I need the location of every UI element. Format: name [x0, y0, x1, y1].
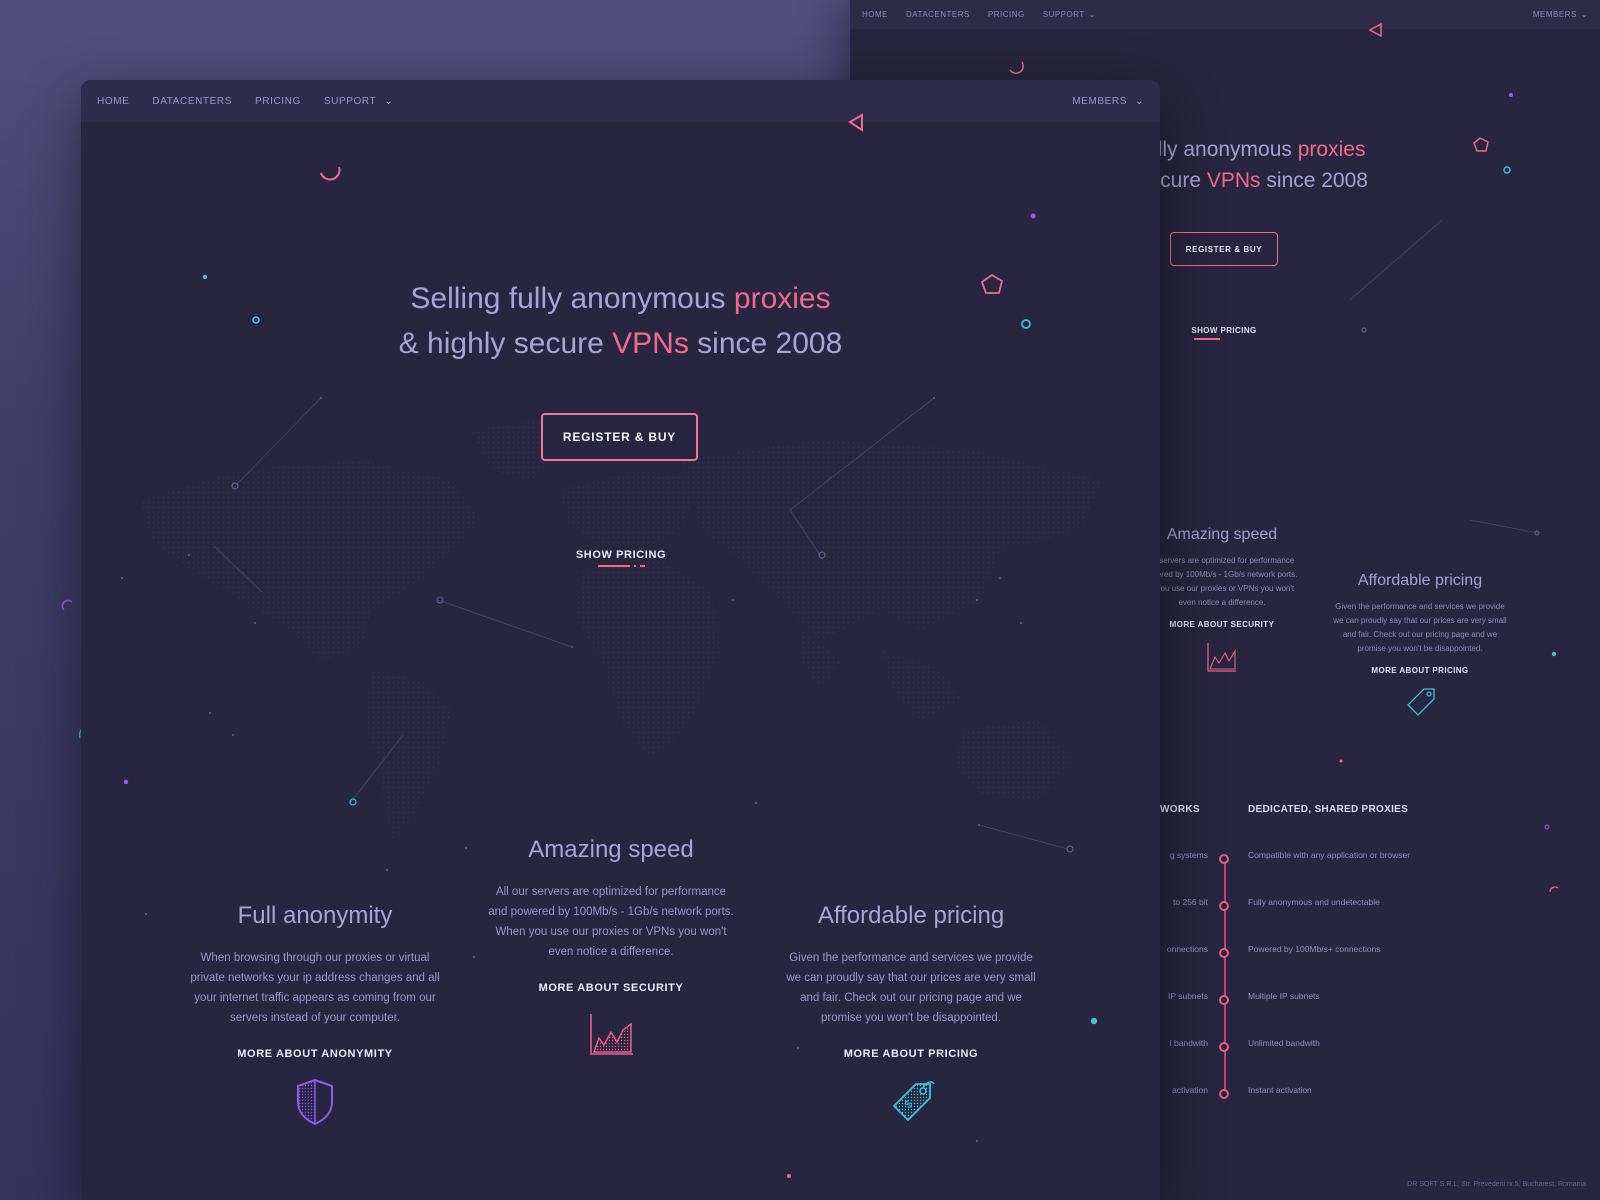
text-line: When you use our proxies or VPNs you won… [495, 926, 727, 938]
back-show-pricing-link[interactable]: SHOW PRICING [1186, 326, 1262, 340]
text-line: even notice a difference. [1178, 598, 1266, 607]
hero-accent-vpns: VPNs [612, 327, 689, 360]
back-feature-list-left: g systems to 256 bit onnections IP subne… [1167, 850, 1208, 1132]
text-line: n you use our proxies or VPNs you won't [1149, 584, 1295, 593]
timeline-line [1224, 860, 1226, 1096]
list-item: Compatible with any application or brows… [1248, 850, 1411, 860]
back-hero-accent-vpns: VPNs [1206, 169, 1261, 192]
hero-line2-end: since 2008 [688, 327, 843, 360]
list-item: Unlimited bandwith [1248, 1038, 1320, 1048]
timeline-dot [1219, 1042, 1229, 1052]
back-footer-address: DR SOFT S.R.L, Str. Prevederii nr.5, Buc… [1407, 1181, 1586, 1188]
back-more-about-pricing-link[interactable]: MORE ABOUT PRICING [1310, 666, 1530, 675]
shield-icon [297, 1078, 333, 1126]
more-about-pricing-link[interactable]: MORE ABOUT PRICING [776, 1048, 1046, 1060]
text-line: and fair. Check out our pricing page and… [1342, 630, 1498, 639]
text-line: we can proudly say that our prices are v… [1333, 616, 1507, 625]
text-line: Given the performance and services we pr… [1335, 602, 1505, 611]
list-item: Multiple IP subnets [1248, 991, 1320, 1001]
back-register-button[interactable]: REGISTER & BUY [1170, 232, 1278, 266]
back-feature-pricing-text: Given the performance and services we pr… [1310, 600, 1530, 656]
text-line: servers instead of your computer. [229, 1012, 401, 1024]
timeline-dot [1219, 995, 1229, 1005]
price-tag-icon-wrap: $ [776, 1078, 1046, 1128]
list-item: l bandwith [1169, 1038, 1208, 1048]
list-item: Instant activation [1248, 1085, 1312, 1095]
list-item: Fully anonymous and undetectable [1248, 897, 1380, 907]
show-pricing-link[interactable]: SHOW PRICING [571, 549, 671, 567]
feature-amazing-speed: Amazing speed All our servers are optimi… [481, 836, 741, 1058]
feature-pricing-text: Given the performance and services we pr… [776, 948, 1046, 1028]
text-line: ur servers are optimized for performance [1149, 556, 1295, 565]
price-tag-icon: $ [892, 1081, 935, 1122]
text-line: When browsing through our proxies or vir… [200, 952, 430, 964]
feature-anonymity-title: Full anonymity [237, 902, 393, 929]
back-show-pricing-label: SHOW PRICING [1191, 326, 1257, 335]
text-line: even notice a difference. [548, 946, 674, 958]
feature-pricing-title: Affordable pricing [817, 902, 1005, 929]
list-item: onnections [1166, 944, 1208, 954]
hero-line-1: Selling fully anonymous proxies [81, 276, 1160, 321]
back-feature-pricing: Affordable pricing Given the performance… [1310, 572, 1530, 726]
show-pricing-underline [571, 565, 671, 567]
list-item: g systems [1169, 850, 1208, 860]
text-line: and powered by 100Mb/s - 1Gb/s network p… [488, 906, 734, 918]
timeline-dot [1219, 1089, 1229, 1099]
chart-icon-wrap [481, 1012, 741, 1058]
list-item: IP subnets [1167, 991, 1208, 1001]
text-line: promise you won't be disappointed. [1357, 644, 1483, 653]
text-line: Given the performance and services we pr… [789, 952, 1033, 964]
show-pricing-label: SHOW PRICING [575, 549, 667, 561]
feature-speed-title: Amazing speed [528, 836, 694, 863]
back-hero-accent-proxies: proxies [1297, 138, 1366, 161]
back-hero-line2-end: since 2008 [1260, 169, 1368, 192]
list-item: Powered by 100Mb/s+ connections [1248, 944, 1381, 954]
text-line: All our servers are optimized for perfor… [495, 886, 727, 898]
list-item: activation [1172, 1085, 1208, 1095]
front-page: HOME DATACENTERS PRICING SUPPORT ⌄ MEMBER… [81, 80, 1160, 1200]
show-pricing-underline [1194, 338, 1220, 340]
outer-decorations [61, 599, 90, 739]
feature-full-anonymity: Full anonymity When browsing through our… [185, 902, 445, 1126]
feature-affordable-pricing: Affordable pricing Given the performance… [776, 902, 1046, 1128]
text-line: owered by 100Mb/s - 1Gb/s network ports. [1146, 570, 1298, 579]
hero-line2-text: & highly secure [398, 327, 613, 360]
back-column-heading-left: WORKS [1160, 804, 1200, 815]
chart-icon [1207, 643, 1236, 672]
text-line: we can proudly say that our prices are v… [786, 972, 1036, 984]
feature-speed-text: All our servers are optimized for perfor… [481, 882, 741, 962]
text-line: your internet traffic appears as coming … [194, 992, 436, 1004]
chart-icon [590, 1014, 633, 1055]
hero-accent-proxies: proxies [733, 282, 831, 315]
register-buy-button[interactable]: REGISTER & BUY [541, 413, 698, 461]
text-line: private networks your ip address changes… [190, 972, 440, 984]
text-line: and fair. Check out our pricing page and… [800, 992, 1022, 1004]
back-feature-pricing-title: Affordable pricing [1357, 572, 1483, 589]
hero-line1-text: Selling fully anonymous [410, 282, 734, 315]
shield-icon-wrap [185, 1078, 445, 1126]
price-tag-icon [1407, 688, 1435, 716]
timeline-dot [1219, 901, 1229, 911]
back-hero-line1-text: ully anonymous [1146, 138, 1298, 161]
hero-heading: Selling fully anonymous proxies & highly… [81, 276, 1160, 366]
back-feature-list-right: Compatible with any application or brows… [1248, 850, 1410, 1132]
more-about-anonymity-link[interactable]: MORE ABOUT ANONYMITY [185, 1048, 445, 1060]
more-about-security-link[interactable]: MORE ABOUT SECURITY [481, 982, 741, 994]
hero-line-2: & highly secure VPNs since 2008 [81, 321, 1160, 366]
timeline-dot [1219, 948, 1229, 958]
timeline-dot [1219, 854, 1229, 864]
text-line: promise you won't be disappointed. [821, 1012, 1001, 1024]
feature-anonymity-text: When browsing through our proxies or vir… [185, 948, 445, 1028]
back-column-heading-right: DEDICATED, SHARED PROXIES [1248, 804, 1409, 815]
list-item: to 256 bit [1173, 897, 1208, 907]
